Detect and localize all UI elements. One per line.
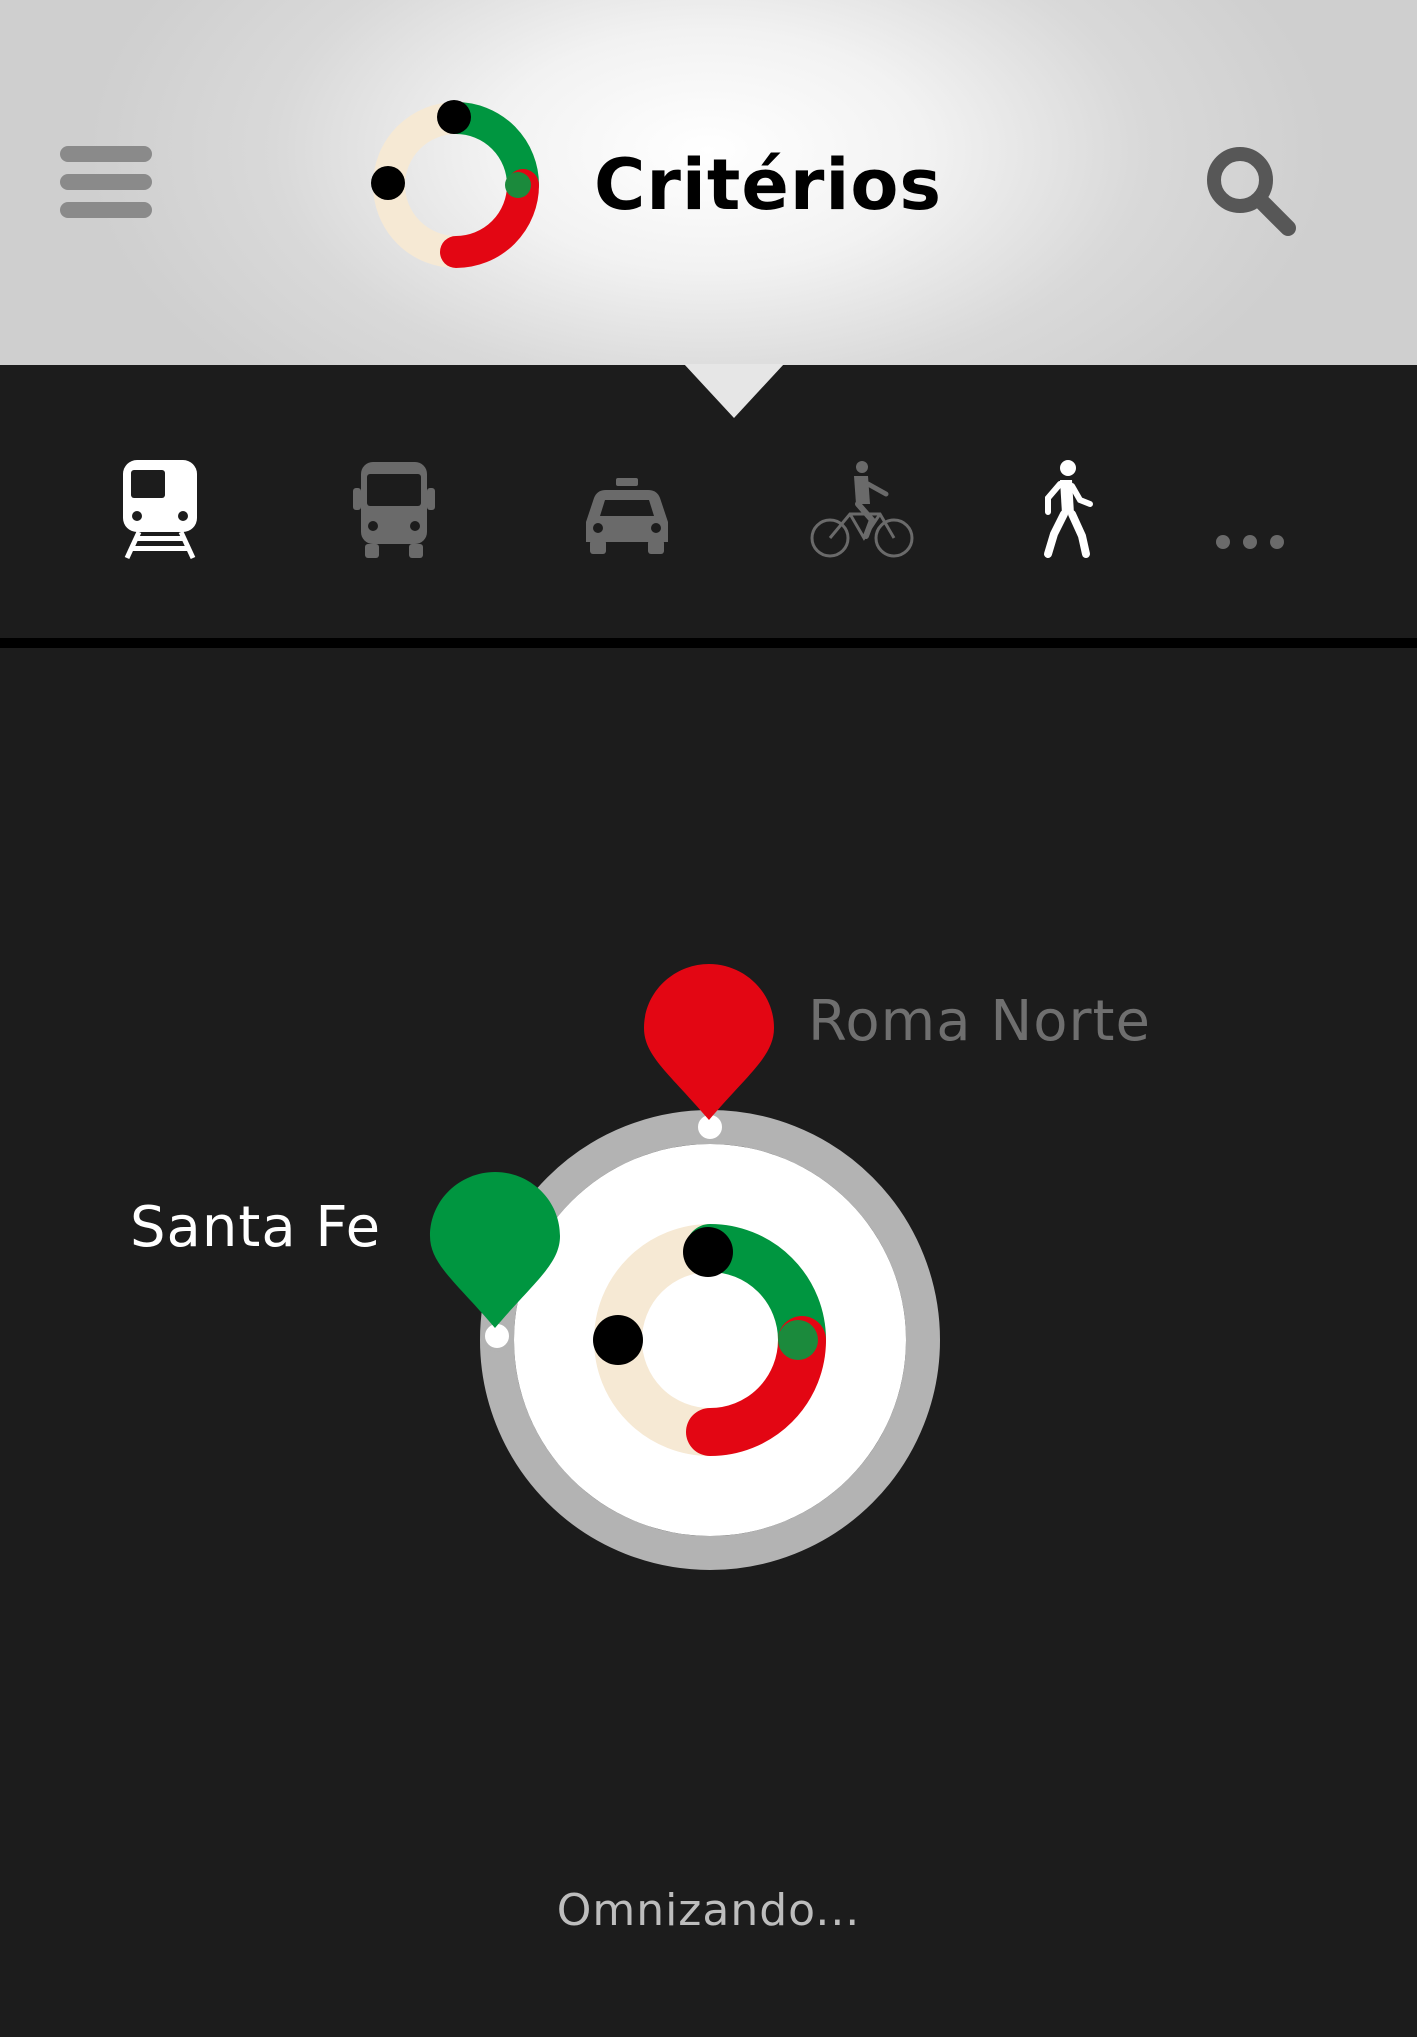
section-divider <box>0 638 1417 648</box>
loading-status-text: Omnizando... <box>556 1885 861 1936</box>
bus-icon[interactable] <box>339 460 449 560</box>
origin-pin-icon[interactable] <box>426 1168 564 1333</box>
hamburger-menu-icon[interactable] <box>60 146 152 218</box>
taxi-icon[interactable] <box>572 460 682 560</box>
train-icon[interactable] <box>105 460 215 560</box>
page-title: Critérios <box>594 144 943 226</box>
destination-label[interactable]: Roma Norte <box>808 990 1151 1054</box>
transport-mode-bar <box>0 365 1417 637</box>
bicycle-icon[interactable] <box>808 460 918 560</box>
omni-ring-logo-icon <box>371 100 539 268</box>
walking-person-icon[interactable] <box>1008 460 1118 560</box>
more-dots-icon[interactable] <box>1195 460 1305 560</box>
destination-pin-icon[interactable] <box>640 960 778 1125</box>
origin-label[interactable]: Santa Fe <box>130 1196 381 1260</box>
search-icon[interactable] <box>1200 140 1300 240</box>
